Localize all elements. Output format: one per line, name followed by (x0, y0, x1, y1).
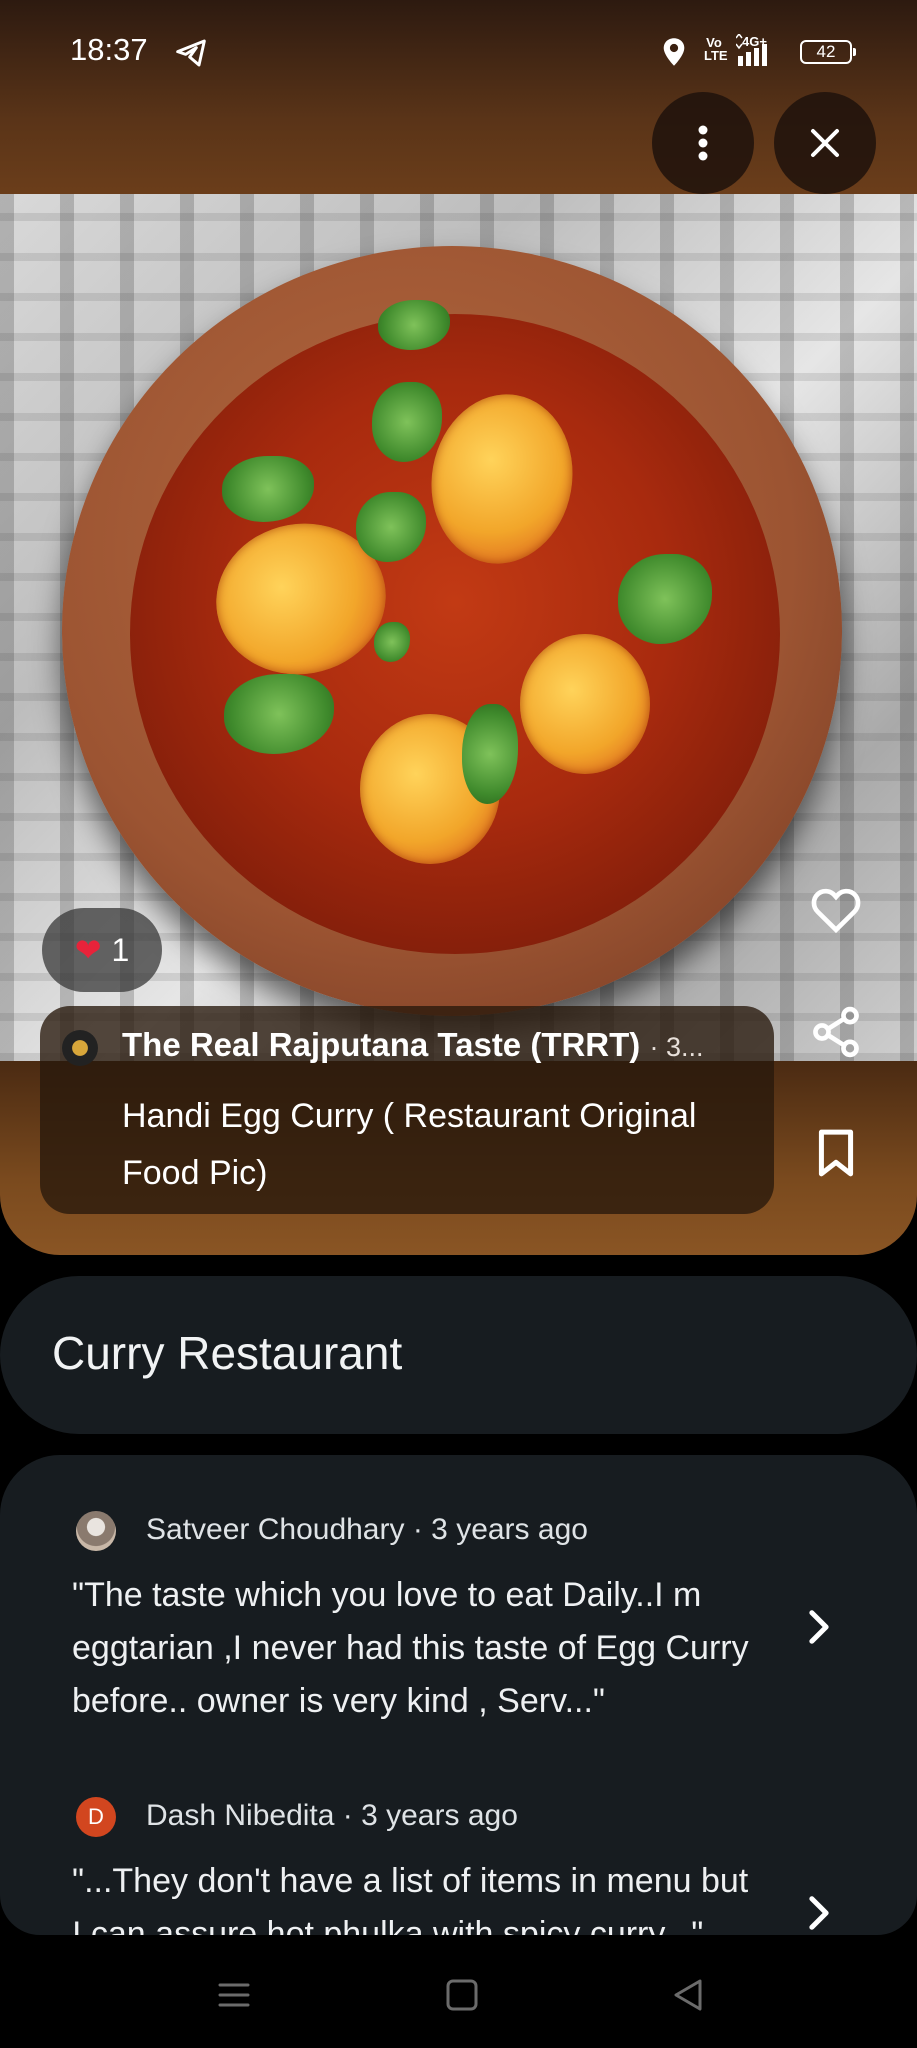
like-count: 1 (111, 931, 130, 968)
poster-name: The Real Rajputana Taste (TRRT) (122, 1026, 641, 1063)
close-button[interactable] (774, 92, 876, 194)
like-count-chip[interactable]: ❤ 1 (42, 908, 162, 992)
close-icon (811, 129, 839, 157)
review-header: Dash Nibedita · 3 years ago (146, 1799, 518, 1833)
status-bar: 18:37 Vo LTE 4G+ 42 (0, 0, 917, 110)
egg (520, 634, 650, 774)
reviewer-name: Satveer Choudhary (146, 1513, 405, 1546)
share-icon[interactable] (808, 1004, 864, 1060)
heart-icon: ❤ (74, 932, 102, 968)
photo-viewer-card: 18:37 Vo LTE 4G+ 42 ❤ 1 The Real Rajputa… (0, 0, 917, 1255)
review-text: "The taste which you love to eat Daily..… (72, 1576, 749, 1720)
review-header: Satveer Choudhary · 3 years ago (146, 1513, 588, 1547)
reviewer-avatar: D (76, 1797, 116, 1837)
place-name-card[interactable]: Curry Restaurant (0, 1276, 917, 1434)
reviewer-avatar (76, 1511, 116, 1551)
home-icon[interactable] (442, 1975, 482, 2015)
more-vertical-icon (698, 125, 708, 161)
poster-meta: · 3... (649, 1032, 704, 1062)
heart-outline-icon[interactable] (808, 882, 864, 938)
bookmark-icon[interactable] (814, 1128, 858, 1178)
review-item[interactable]: Satveer Choudhary · 3 years ago "The tas… (0, 1455, 917, 1735)
chevron-right-icon[interactable] (804, 1893, 834, 1933)
review-text: "...They don't have a list of items in m… (72, 1862, 749, 1935)
system-navigation-bar (0, 1935, 917, 2048)
back-icon[interactable] (668, 1975, 708, 2015)
status-time: 18:37 (70, 32, 148, 67)
telegram-icon (176, 39, 206, 67)
more-options-button[interactable] (652, 92, 754, 194)
poster-avatar[interactable] (62, 1030, 98, 1066)
location-icon (663, 38, 685, 66)
review-item[interactable]: D Dash Nibedita · 3 years ago "...They d… (0, 1741, 917, 1935)
review-time: · 3 years ago (412, 1513, 588, 1546)
place-name: Curry Restaurant (52, 1327, 403, 1379)
signal-icon: 4G+ (736, 34, 767, 66)
menu-icon[interactable] (214, 1975, 254, 2015)
volte-indicator: Vo LTE (704, 35, 728, 63)
reviews-card: Satveer Choudhary · 3 years ago "The tas… (0, 1455, 917, 1935)
review-time: · 3 years ago (342, 1799, 518, 1832)
chevron-right-icon[interactable] (804, 1607, 834, 1647)
reviewer-name: Dash Nibedita (146, 1799, 335, 1832)
screen: 18:37 Vo LTE 4G+ 42 ❤ 1 The Real Rajputa… (0, 0, 917, 2048)
poster-line[interactable]: The Real Rajputana Taste (TRRT) · 3... (122, 1026, 742, 1064)
photo-caption: Handi Egg Curry ( Restaurant Original Fo… (122, 1097, 697, 1192)
battery-icon: 42 (800, 40, 856, 64)
